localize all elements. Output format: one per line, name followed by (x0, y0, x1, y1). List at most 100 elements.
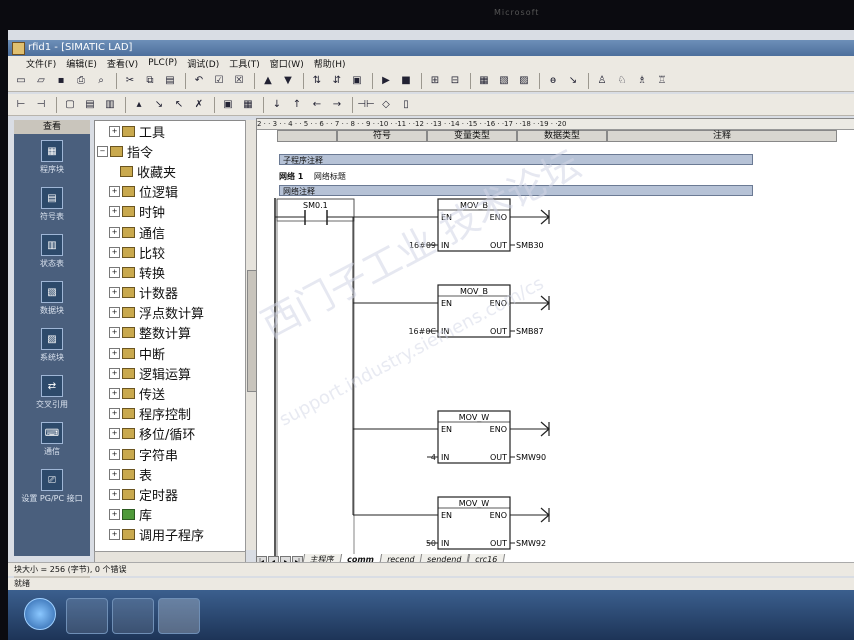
upload-icon[interactable]: ▲ (259, 72, 277, 90)
expand-icon[interactable]: + (109, 347, 120, 359)
move-block[interactable]: MOV_B EN ENO IN OUT 16#0C SMB87 (408, 284, 550, 338)
tree-item-timer[interactable]: + 定时器 (95, 484, 245, 504)
nav-item-system-block[interactable]: ▨ 系统块 (14, 322, 90, 369)
taskbar-microwin-icon[interactable] (158, 598, 200, 634)
coil-icon[interactable]: ◇ (377, 96, 395, 114)
download-icon[interactable]: ▼ (279, 72, 297, 90)
expand-icon[interactable]: + (109, 246, 120, 258)
tree-item-table[interactable]: + 表 (95, 464, 245, 484)
run-icon[interactable]: ▶ (377, 72, 395, 90)
nav-header[interactable]: 查看 (14, 120, 90, 134)
expand-icon[interactable]: + (109, 468, 120, 480)
menu-view[interactable]: 查看(V) (107, 57, 138, 70)
open-folder-icon[interactable]: ▱ (32, 72, 50, 90)
expand-icon[interactable]: + (109, 448, 120, 460)
tree-item-library[interactable]: + 库 (95, 505, 245, 525)
move-block[interactable]: MOV_W EN ENO IN OUT 4 SMW90 (427, 410, 550, 464)
tree-item-logic-ops[interactable]: + 逻辑运算 (95, 363, 245, 383)
unforce-icon[interactable]: ↘ (564, 72, 582, 90)
expand-icon[interactable]: + (109, 529, 120, 541)
sort-descending-icon[interactable]: ⇵ (328, 72, 346, 90)
line-up-icon[interactable]: ↑ (288, 96, 306, 114)
network-comment-icon[interactable]: ▤ (81, 96, 99, 114)
pou-comment-icon[interactable]: ▢ (61, 96, 79, 114)
tree-item-string[interactable]: + 字符串 (95, 444, 245, 464)
write-all-icon[interactable]: ▨ (515, 72, 533, 90)
tree-item-interrupt[interactable]: + 中断 (95, 343, 245, 363)
nav-item-pg-pc-interface[interactable]: ⎚ 设置 PG/PC 接口 (14, 463, 90, 510)
menu-edit[interactable]: 编辑(E) (66, 57, 97, 70)
new-file-icon[interactable]: ▭ (12, 72, 30, 90)
tree-item-communication[interactable]: + 通信 (95, 222, 245, 242)
lock-icon[interactable]: ♙ (593, 72, 611, 90)
expand-icon[interactable]: + (109, 428, 120, 440)
menu-help[interactable]: 帮助(H) (314, 57, 346, 70)
expand-icon[interactable]: + (109, 307, 120, 319)
toggle-bookmark-icon[interactable]: ▴ (130, 96, 148, 114)
tree-item-tools[interactable]: + 工具 (95, 121, 245, 141)
stop-icon[interactable]: ■ (397, 72, 415, 90)
expand-icon[interactable]: + (109, 287, 120, 299)
sort-ascending-icon[interactable]: ⇅ (308, 72, 326, 90)
expand-icon[interactable]: + (109, 488, 120, 500)
program-editor[interactable]: 2 · · 3 · · 4 · · 5 · · 6 · · 7 · · 8 · … (256, 118, 854, 575)
tree-item-bit-logic[interactable]: + 位逻辑 (95, 182, 245, 202)
window-titlebar[interactable]: rfid1 - [SIMATIC LAD] (8, 40, 854, 56)
delete-network-icon[interactable]: ⊣ (32, 96, 50, 114)
expand-icon[interactable]: + (109, 509, 120, 521)
tree-item-clock[interactable]: + 时钟 (95, 202, 245, 222)
line-left-icon[interactable]: ← (308, 96, 326, 114)
tree-item-convert[interactable]: + 转换 (95, 262, 245, 282)
expand-icon[interactable]: + (109, 327, 120, 339)
symbol-table-icon[interactable]: ▦ (239, 96, 257, 114)
tree-item-shift-rotate[interactable]: + 移位/循环 (95, 424, 245, 444)
menu-tools[interactable]: 工具(T) (229, 57, 260, 70)
prev-bookmark-icon[interactable]: ↖ (170, 96, 188, 114)
line-right-icon[interactable]: → (328, 96, 346, 114)
box-icon[interactable]: ▯ (397, 96, 415, 114)
expand-icon[interactable]: + (109, 186, 120, 198)
taskbar-browser-icon[interactable] (66, 598, 108, 634)
remove-bookmarks-icon[interactable]: ✗ (190, 96, 208, 114)
tree-item-counter[interactable]: + 计数器 (95, 283, 245, 303)
tree-item-call-subroutine[interactable]: + 调用子程序 (95, 525, 245, 545)
expand-icon[interactable]: + (109, 388, 120, 400)
compile-icon[interactable]: ☑ (210, 72, 228, 90)
expand-icon[interactable]: + (109, 125, 120, 137)
taskbar-explorer-icon[interactable] (112, 598, 154, 634)
chart-status-icon[interactable]: ▦ (475, 72, 493, 90)
contact-icon[interactable]: ⊣⊢ (357, 96, 375, 114)
move-block[interactable]: MOV_W EN ENO IN OUT 50 SMW92 (426, 496, 550, 550)
menu-debug[interactable]: 调试(D) (187, 57, 219, 70)
nav-item-communication[interactable]: ⌨ 通信 (14, 416, 90, 463)
tree-item-instructions[interactable]: − 指令 (95, 141, 245, 161)
single-read-icon[interactable]: ▧ (495, 72, 513, 90)
save-icon[interactable]: ▪ (52, 72, 70, 90)
expand-icon[interactable]: + (109, 266, 120, 278)
tree-item-program-control[interactable]: + 程序控制 (95, 404, 245, 424)
trend-icon[interactable]: ♖ (653, 72, 671, 90)
menu-file[interactable]: 文件(F) (26, 57, 56, 70)
unlock-icon[interactable]: ♘ (613, 72, 631, 90)
nav-item-data-block[interactable]: ▧ 数据块 (14, 275, 90, 322)
cut-icon[interactable]: ✂ (121, 72, 139, 90)
nav-item-symbol-table[interactable]: ▤ 符号表 (14, 181, 90, 228)
symbol-info-icon[interactable]: ▥ (101, 96, 119, 114)
undo-icon[interactable]: ↶ (190, 72, 208, 90)
expand-icon[interactable]: + (109, 367, 120, 379)
insert-network-icon[interactable]: ⊢ (12, 96, 30, 114)
read-forced-icon[interactable]: ♗ (633, 72, 651, 90)
tree-item-favorites[interactable]: 收藏夹 (95, 161, 245, 181)
nav-item-cross-reference[interactable]: ⇄ 交叉引用 (14, 369, 90, 416)
next-bookmark-icon[interactable]: ↘ (150, 96, 168, 114)
expand-icon[interactable]: + (109, 226, 120, 238)
tree-item-move[interactable]: + 传送 (95, 383, 245, 403)
paste-icon[interactable]: ▤ (161, 72, 179, 90)
apply-symbols-icon[interactable]: ▣ (219, 96, 237, 114)
options-icon[interactable]: ▣ (348, 72, 366, 90)
compile-all-icon[interactable]: ☒ (230, 72, 248, 90)
tree-item-integer-math[interactable]: + 整数计算 (95, 323, 245, 343)
nav-item-status-chart[interactable]: ▥ 状态表 (14, 228, 90, 275)
print-icon[interactable]: ⎙ (72, 72, 90, 90)
expand-icon[interactable]: + (109, 206, 120, 218)
